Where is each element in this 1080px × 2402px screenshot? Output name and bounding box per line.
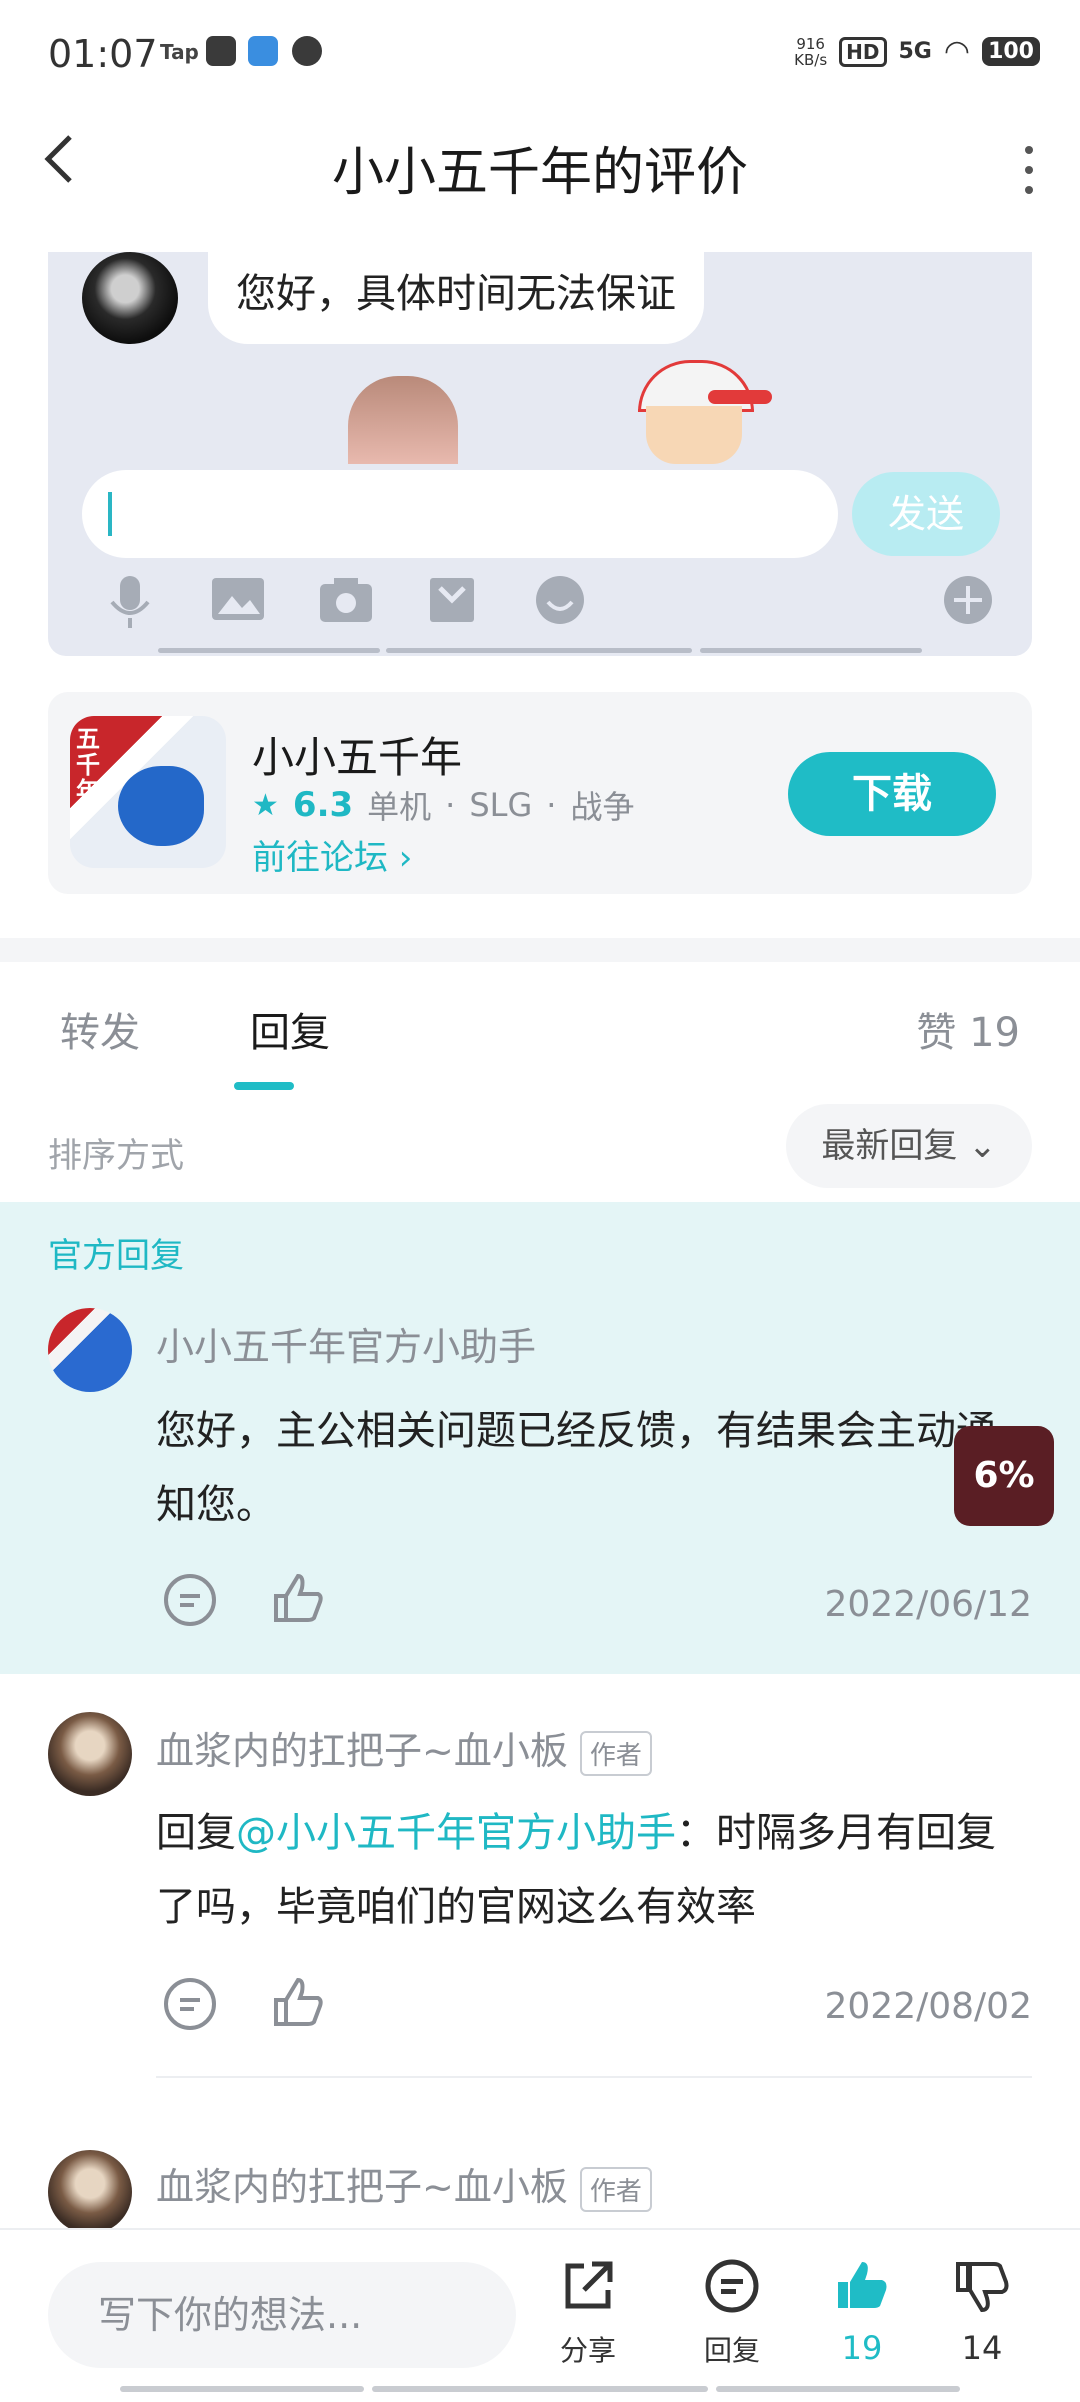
reply-button[interactable]: 回复 [682,2258,782,2369]
like-count: 19 [841,2329,883,2367]
app-icon-logo-text: 五千年 [76,725,100,805]
thumbs-up-icon[interactable] [268,1974,328,2034]
comment-icon[interactable] [160,1976,220,2036]
signal-icon: 5G [898,39,932,64]
sort-dropdown[interactable]: 最新回复 ⌄ [786,1104,1032,1188]
reply-text: 回复@小小五千年官方小助手：时隔多月有回复了吗，毕竟咱们的官网这么有效率 [156,1810,996,1930]
package-icon [422,574,482,634]
share-button[interactable]: 分享 [538,2258,638,2369]
message-notification-icon [206,36,236,66]
tap-notification-icon: Tap [160,40,199,64]
gesture-bar[interactable] [716,2386,960,2392]
emoji-icon [530,574,590,634]
meta-category: 战争 [570,788,635,826]
reply-date: 2022/06/12 [824,1584,1033,1625]
plus-icon [938,574,998,634]
mic-icon [100,574,160,634]
chat-avatar [82,252,178,344]
section-divider [0,938,1080,962]
app-icon: 五千年 [70,716,226,868]
avatar[interactable] [48,1712,132,1796]
avatar[interactable] [48,1308,132,1392]
dislike-button[interactable]: 14 [932,2258,1032,2367]
chat-bubble: 您好，具体时间无法保证 [208,252,704,344]
gesture-bar[interactable] [120,2386,364,2392]
like-button[interactable]: 19 [812,2258,912,2367]
gesture-line [386,648,692,653]
gesture-bar[interactable] [372,2386,708,2392]
mention-link[interactable]: @小小五千年官方小助手 [236,1810,676,1856]
wifi-icon: ◠ [943,34,971,69]
send-button: 发送 [852,472,1000,556]
dot-icon [1025,186,1033,194]
chat-input [82,470,838,558]
camera-icon [316,574,376,634]
gesture-line [700,648,922,653]
more-options-button[interactable] [1014,140,1044,200]
sort-label: 排序方式 [48,1136,184,1176]
network-speed: 916 KB/s [794,34,828,69]
author-badge: 作者 [579,1731,652,1776]
share-label: 分享 [559,2334,616,2367]
app-rating: 6.3 [292,785,354,825]
share-icon [538,2258,638,2329]
page-title: 小小五千年的评价 [331,143,748,203]
forum-link[interactable]: 前往论坛 › [252,830,412,879]
reply-author-row: 血浆内的扛把子~血小板 作者 [156,1720,652,1776]
comment-icon [682,2258,782,2329]
meta-genre: SLG [469,786,533,824]
reply-label: 回复 [703,2334,760,2367]
battery-icon: 100 [982,37,1040,66]
tab-indicator [234,1082,294,1090]
status-bar: 01:07 Tap 916 KB/s HD 5G ◠ 100 [0,0,1080,110]
gesture-line [158,648,380,653]
thumbs-up-filled-icon [812,2258,912,2329]
thumbs-down-icon [932,2258,1032,2329]
download-button[interactable]: 下载 [788,752,996,836]
ninja-illustration [118,766,204,846]
cap-boy-sticker [628,360,772,464]
comment-icon[interactable] [160,1572,220,1632]
dislike-count: 14 [961,2329,1003,2367]
star-icon: ★ [252,787,279,823]
tab-reply[interactable]: 回复 [250,1000,330,1058]
reply-text: 您好，主公相关问题已经反馈，有结果会主动通知您。 [156,1408,996,1528]
official-reply-label: 官方回复 [48,1236,184,1276]
floating-progress-badge[interactable]: 6% [954,1426,1054,1526]
divider [156,2076,1032,2078]
send-notification-icon [248,36,278,66]
anime-girl-sticker [348,376,458,464]
app-meta: ★ 6.3 单机 · SLG · 战争 [252,782,634,828]
compass-notification-icon [292,36,322,66]
meta-mode: 单机 [367,788,432,826]
reply-author[interactable]: 血浆内的扛把子~血小板 [156,2165,568,2209]
reply-author-row: 血浆内的扛把子~血小板 作者 [156,2156,652,2212]
reply-author[interactable]: 血浆内的扛把子~血小板 [156,1729,568,1773]
dot-icon [1025,146,1033,154]
tab-forward[interactable]: 转发 [60,1000,140,1058]
thumbs-up-icon[interactable] [268,1570,328,1630]
comment-input[interactable]: 写下你的想法... [48,2262,516,2368]
dot-icon [1025,166,1033,174]
chat-toolbar [48,574,1032,644]
status-time: 01:07 [48,32,158,76]
app-name: 小小五千年 [252,733,463,782]
review-image-chat-preview[interactable]: 您好，具体时间无法保证 发送 [48,252,1032,656]
image-icon [208,574,268,634]
hd-icon: HD [839,36,887,67]
reply-date: 2022/08/02 [824,1986,1033,2027]
tab-likes[interactable]: 赞 19 [916,1000,1020,1058]
author-badge: 作者 [579,2167,652,2212]
avatar[interactable] [48,2150,132,2234]
reply-author[interactable]: 小小五千年官方小助手 [156,1316,536,1371]
status-indicators: 916 KB/s HD 5G ◠ 100 [794,34,1040,69]
